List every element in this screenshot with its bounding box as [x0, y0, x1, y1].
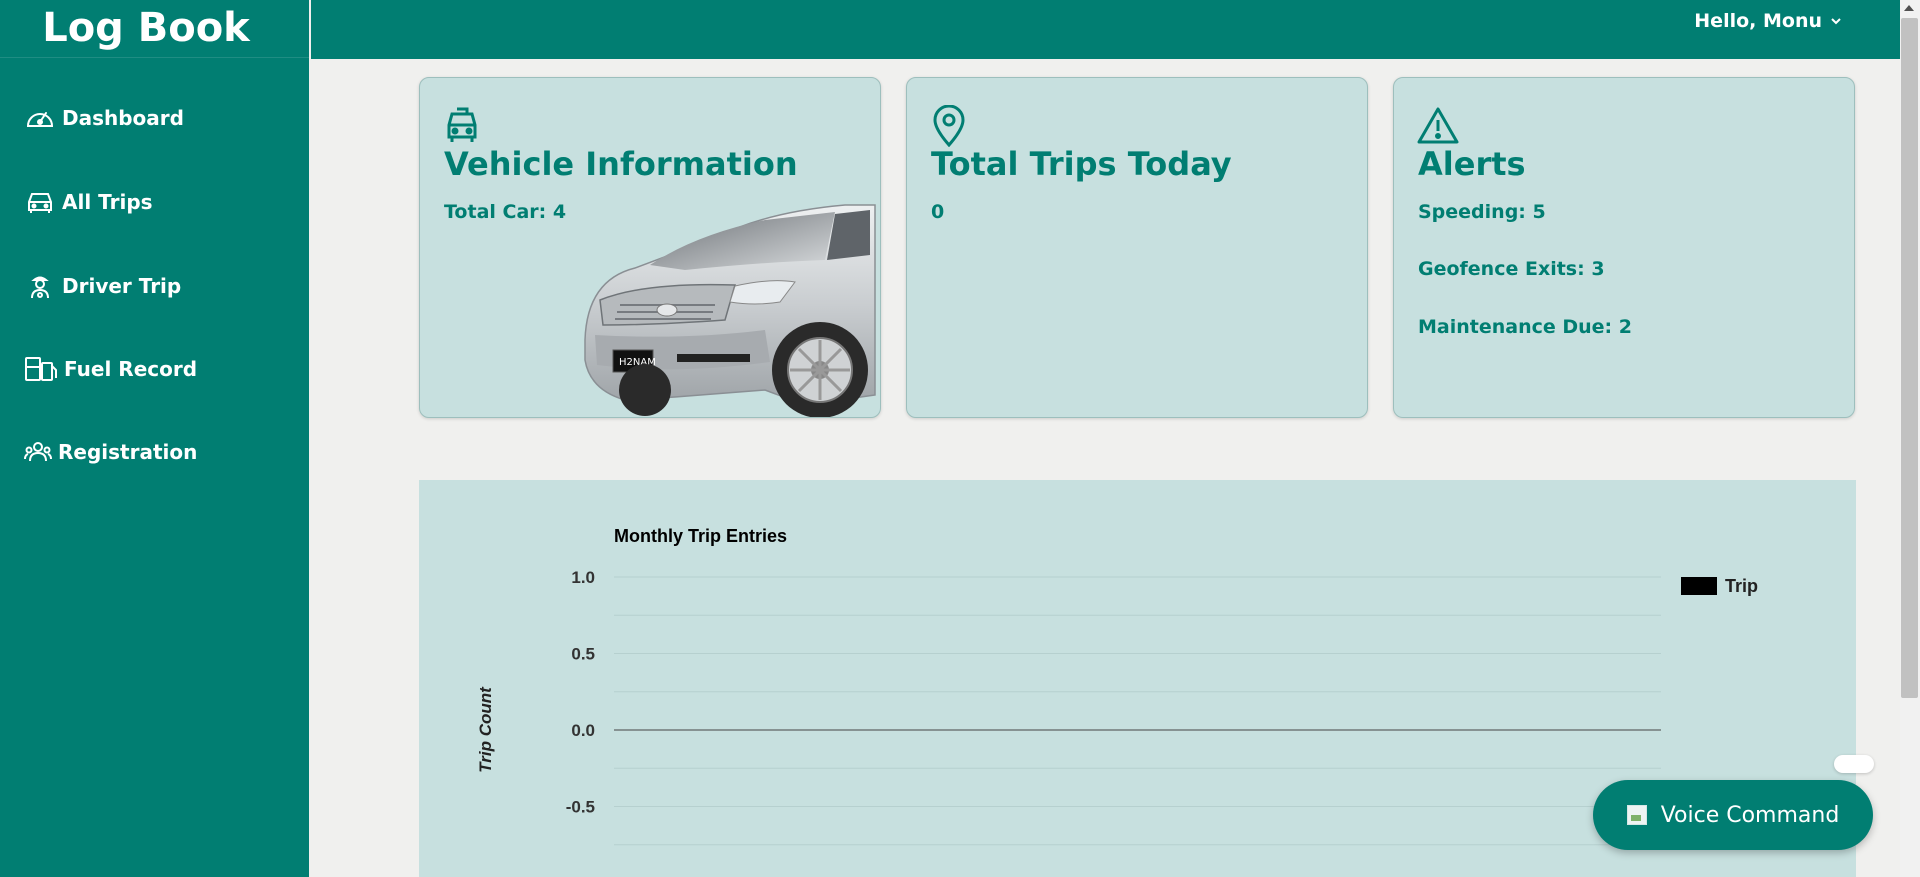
- card-title: Vehicle Information: [444, 145, 798, 183]
- greeting-text: Hello, Monu: [1694, 10, 1822, 32]
- sidebar-item-label: Fuel Record: [64, 357, 198, 381]
- scrollbar-thumb[interactable]: [1901, 18, 1918, 698]
- trips-today-count: 0: [931, 201, 945, 223]
- sidebar-item-registration[interactable]: Registration: [24, 434, 197, 470]
- users-icon: [24, 442, 52, 462]
- trips-today-card: Total Trips Today 0: [906, 77, 1368, 418]
- sidebar: Log Book Dashboard All Trips Driver Trip…: [0, 0, 309, 877]
- scroll-up-arrow-icon[interactable]: [1904, 5, 1914, 11]
- alert-speeding: Speeding: 5: [1418, 201, 1546, 223]
- logo-divider: [0, 57, 309, 58]
- alert-maintenance-due: Maintenance Due: 2: [1418, 316, 1632, 338]
- user-menu[interactable]: Hello, Monu: [1694, 10, 1842, 32]
- fuel-icon: [25, 357, 57, 381]
- card-title: Alerts: [1418, 145, 1526, 183]
- chevron-down-icon: [1831, 18, 1841, 25]
- vehicle-info-card: Vehicle Information Total Car: 4 H2NAM: [419, 77, 881, 418]
- sidebar-item-label: All Trips: [62, 190, 153, 214]
- voice-toggle[interactable]: [1834, 755, 1874, 773]
- gauge-icon: [26, 112, 54, 127]
- driver-icon: [31, 276, 49, 299]
- voice-command-label: Voice Command: [1660, 802, 1840, 828]
- legend-swatch: [1681, 577, 1717, 595]
- sidebar-item-driver-trip[interactable]: Driver Trip: [24, 268, 181, 304]
- taxi-icon: [447, 107, 477, 142]
- microphone-icon: [1626, 805, 1647, 825]
- sidebar-item-all-trips[interactable]: All Trips: [24, 184, 153, 220]
- top-bar: Hello, Monu: [311, 0, 1900, 59]
- card-title: Total Trips Today: [931, 145, 1232, 183]
- warning-icon: [1417, 107, 1459, 144]
- y-tick-label: 0.0: [571, 721, 595, 740]
- alert-geofence-exits: Geofence Exits: 3: [1418, 258, 1605, 280]
- sidebar-item-dashboard[interactable]: Dashboard: [24, 100, 184, 136]
- legend-label: Trip: [1725, 576, 1758, 596]
- y-tick-label: 1.0: [571, 568, 595, 587]
- y-tick-label: -0.5: [566, 798, 595, 817]
- total-car-count: Total Car: 4: [444, 201, 567, 223]
- chart-title: Monthly Trip Entries: [614, 526, 787, 546]
- sidebar-item-fuel-record[interactable]: Fuel Record: [24, 351, 197, 387]
- car-icon: [28, 193, 52, 213]
- sidebar-item-label: Dashboard: [62, 106, 184, 130]
- alerts-card: Alerts Speeding: 5 Geofence Exits: 3 Mai…: [1393, 77, 1855, 418]
- car-image: H2NAM: [584, 204, 876, 417]
- y-axis-label: Trip Count: [476, 686, 495, 773]
- location-pin-icon: [933, 105, 965, 147]
- sidebar-item-label: Driver Trip: [62, 274, 182, 298]
- y-tick-label: 0.5: [571, 645, 595, 664]
- voice-command-button[interactable]: Voice Command: [1593, 780, 1873, 850]
- app-logo: Log Book: [42, 5, 250, 51]
- sidebar-item-label: Registration: [58, 440, 198, 464]
